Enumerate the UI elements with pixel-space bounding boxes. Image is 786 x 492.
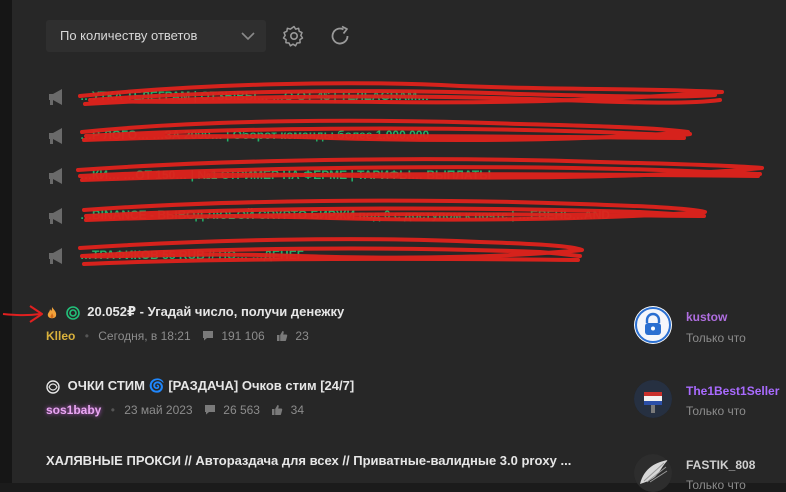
flame-icon [47, 306, 57, 318]
ad-text[interactable]: …ТРАФИКОВ 55 RUB // ПО… …ДЕНЕГ [80, 248, 770, 262]
target-icon [65, 305, 80, 320]
ad-row[interactable]: …КИ… …ОТ 150… | №1 СТРИМЕР НА ФЕРМЕ | ТА… [46, 165, 766, 187]
ad-text[interactable]: …Р ЛОГО… …ЗА 2000… | Оборот команды боле… [80, 128, 770, 142]
megaphone-icon [49, 168, 62, 184]
comment-icon [204, 405, 215, 415]
ad-row[interactable]: …BINANCE - ВЫВОД ЛЮБОЙ CRYPTO БИРЖИ под … [46, 205, 766, 227]
thread-item[interactable]: 20.052₽ - Угадай число, получи денежку K… [46, 304, 786, 354]
reply-count: 26 563 [223, 402, 260, 417]
avatar[interactable] [634, 454, 672, 492]
separator-dot: • [84, 328, 89, 343]
ad-text[interactable]: …BINANCE - ВЫВОД ЛЮБОЙ CRYPTO БИРЖИ под … [80, 208, 770, 222]
last-post-time: Только что [686, 478, 746, 492]
ad-row[interactable]: …ТРАФИКОВ 55 RUB // ПО… …ДЕНЕГ [46, 245, 766, 267]
padlock-avatar-icon [635, 307, 671, 343]
thread-author[interactable]: Klleo [46, 329, 75, 343]
ad-text[interactable]: …КИ… …ОТ 150… | №1 СТРИМЕР НА ФЕРМЕ | ТА… [80, 168, 770, 182]
thread-item[interactable]: ОЧКИ СТИМ 🌀 [РАЗДАЧА] Очков стим [24/7] … [46, 378, 786, 428]
like-icon [277, 330, 288, 341]
gear-icon[interactable] [282, 24, 306, 48]
thread-title[interactable]: ХАЛЯВНЫЕ ПРОКСИ // Авторaздача для всех … [46, 453, 616, 468]
thread-meta: Klleo • Сегодня, в 18:21 191 106 23 [46, 328, 309, 343]
thread-date: Сегодня, в 18:21 [98, 328, 191, 343]
avatar[interactable] [634, 306, 672, 344]
last-post-user[interactable]: FASTIK_808 [686, 458, 755, 472]
avatar[interactable] [634, 380, 672, 418]
separator-dot: • [110, 402, 115, 417]
thread-title-text: 20.052₽ - Угадай число, получи денежку [87, 304, 345, 319]
thread-title[interactable]: ОЧКИ СТИМ 🌀 [РАЗДАЧА] Очков стим [24/7] [46, 378, 626, 394]
last-post-time: Только что [686, 331, 746, 345]
megaphone-icon [49, 128, 62, 144]
megaphone-icon [49, 89, 62, 105]
left-gutter [0, 0, 12, 483]
reply-count: 191 106 [221, 328, 265, 343]
thread-title-text: ОЧКИ СТИМ 🌀 [РАЗДАЧА] Очков стим [24/7] [67, 378, 355, 393]
like-count: 23 [295, 328, 309, 343]
thread-title[interactable]: 20.052₽ - Угадай число, получи денежку [46, 304, 626, 320]
thread-item[interactable]: ХАЛЯВНЫЕ ПРОКСИ // Авторaздача для всех … [46, 453, 786, 483]
megaphone-icon [49, 248, 62, 264]
like-count: 34 [290, 402, 305, 417]
last-post-user[interactable]: The1Best1Seller [686, 384, 779, 398]
ad-row[interactable]: …УТКА ТЕЛЕГРАМ | ОТЗЫВЫ… …О ОТ 4$ | ТЕЛЕ… [46, 86, 766, 108]
thread-date: 23 май 2023 [124, 402, 193, 417]
chevron-down-icon [241, 32, 255, 41]
sort-select-value: По количеству ответов [60, 28, 198, 43]
ad-row[interactable]: …Р ЛОГО… …ЗА 2000… | Оборот команды боле… [46, 125, 766, 147]
last-post-time: Только что [686, 404, 746, 418]
sort-select[interactable]: По количеству ответов [46, 20, 266, 52]
thread-author[interactable]: sos1baby [46, 403, 101, 417]
thread-meta: sos1baby • 23 май 2023 26 563 34 [46, 402, 304, 417]
comment-icon [202, 331, 213, 341]
last-post-user[interactable]: kustow [686, 310, 727, 324]
ad-text[interactable]: …УТКА ТЕЛЕГРАМ | ОТЗЫВЫ… …О ОТ 4$ | ТЕЛЕ… [80, 89, 770, 103]
refresh-icon[interactable] [328, 24, 352, 48]
wing-avatar-icon [634, 454, 672, 492]
thread-title-text: ХАЛЯВНЫЕ ПРОКСИ // Авторaздача для всех … [46, 453, 572, 468]
megaphone-icon [49, 208, 62, 224]
flag-avatar-icon [634, 380, 672, 418]
steam-icon [46, 379, 60, 394]
like-icon [272, 404, 283, 415]
